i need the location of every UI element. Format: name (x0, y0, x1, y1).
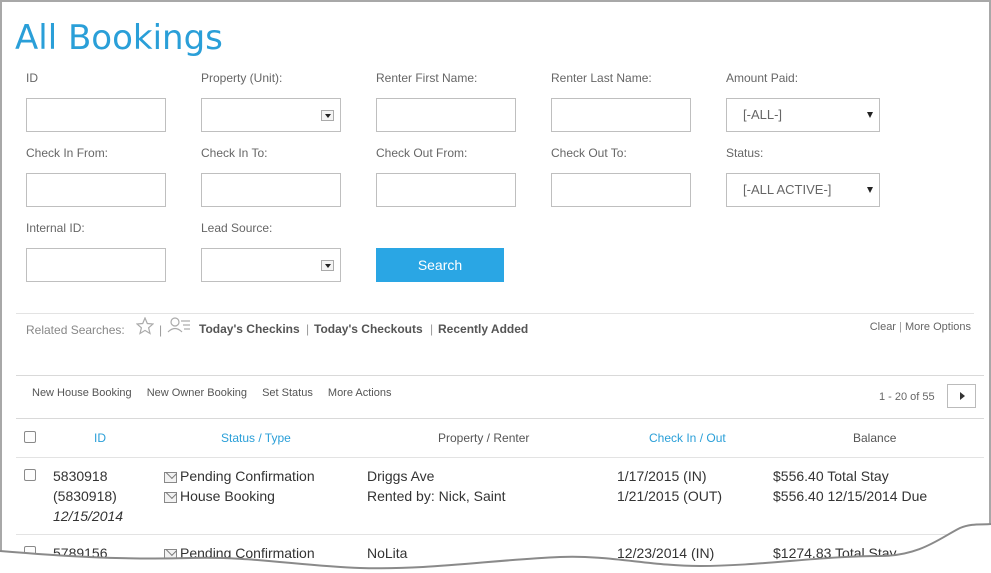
renter-last-name-label: Renter Last Name: (551, 71, 652, 85)
check-out-from-input[interactable] (376, 173, 516, 207)
recently-added-link[interactable]: Recently Added (438, 322, 528, 336)
lead-source-select[interactable] (201, 248, 341, 282)
balance-total: $556.40 Total Stay (773, 468, 889, 484)
star-icon[interactable] (136, 317, 154, 335)
divider (16, 457, 984, 458)
column-header-status-type[interactable]: Status / Type (221, 431, 291, 445)
chevron-down-icon (321, 260, 334, 271)
envelope-icon (164, 472, 177, 483)
divider (16, 375, 984, 376)
booking-type: House Booking (180, 488, 275, 504)
separator: | (899, 321, 902, 333)
column-header-id[interactable]: ID (94, 431, 106, 445)
id-input[interactable] (26, 98, 166, 132)
balance-total: $1274.83 Total Stay (773, 545, 897, 561)
page-title: All Bookings (15, 18, 223, 58)
clear-link[interactable]: Clear (870, 321, 896, 333)
property-select[interactable] (201, 98, 341, 132)
property-name[interactable]: NoLita (367, 545, 407, 561)
new-house-booking-button[interactable]: New House Booking (32, 387, 132, 399)
amount-paid-label: Amount Paid: (726, 71, 799, 85)
check-in-from-input[interactable] (26, 173, 166, 207)
renter-first-name-input[interactable] (376, 98, 516, 132)
renter-name: Rented by: Nick, Saint (367, 488, 506, 504)
envelope-icon (164, 569, 177, 573)
next-page-button[interactable] (947, 384, 976, 408)
envelope-icon (164, 492, 177, 503)
more-options-link[interactable]: More Options (905, 321, 971, 333)
booking-type: House Booking (180, 565, 275, 573)
amount-paid-select[interactable]: [-ALL-] (726, 98, 880, 132)
booking-status: Pending Confirmation (180, 545, 315, 561)
property-name[interactable]: Driggs Ave (367, 468, 434, 484)
envelope-icon (164, 549, 177, 560)
property-label: Property (Unit): (201, 71, 283, 85)
amount-paid-value: [-ALL-] (743, 107, 783, 122)
todays-checkins-link[interactable]: Today's Checkins (199, 322, 300, 336)
row-checkbox[interactable] (24, 469, 36, 481)
check-out-from-label: Check Out From: (376, 146, 468, 160)
row-checkbox[interactable] (24, 546, 36, 558)
check-in-to-label: Check In To: (201, 146, 268, 160)
internal-id-label: Internal ID: (26, 221, 85, 235)
separator: | (159, 323, 163, 337)
internal-id-input[interactable] (26, 248, 166, 282)
check-in-date: 12/23/2014 (IN) (617, 545, 715, 561)
column-header-check-in-out[interactable]: Check In / Out (649, 431, 726, 445)
clear-more-options: Clear | More Options (870, 321, 971, 333)
related-searches-label: Related Searches: (26, 323, 125, 337)
booking-internal-id: (5830918) (53, 488, 117, 504)
set-status-button[interactable]: Set Status (262, 387, 313, 399)
lead-source-label: Lead Source: (201, 221, 273, 235)
id-label: ID (26, 71, 38, 85)
column-header-property-renter: Property / Renter (438, 431, 530, 445)
todays-checkouts-link[interactable]: Today's Checkouts (314, 322, 423, 336)
status-value: [-ALL ACTIVE-] (743, 182, 832, 197)
caret-down-icon (867, 187, 873, 193)
booking-status: Pending Confirmation (180, 468, 315, 484)
check-out-to-label: Check Out To: (551, 146, 627, 160)
divider (16, 534, 984, 535)
actions-bar: New House Booking New Owner Booking Set … (32, 387, 404, 399)
check-in-date: 1/17/2015 (IN) (617, 468, 707, 484)
column-header-balance: Balance (853, 431, 897, 445)
caret-down-icon (867, 112, 873, 118)
check-out-date: 1/1/2015 (617, 565, 672, 573)
divider (16, 418, 984, 419)
renter-last-name-input[interactable] (551, 98, 691, 132)
status-select[interactable]: [-ALL ACTIVE-] (726, 173, 880, 207)
check-out-date: 1/21/2015 (OUT) (617, 488, 723, 504)
status-label: Status: (726, 146, 764, 160)
check-in-from-label: Check In From: (26, 146, 109, 160)
booking-id-link[interactable]: 5789156 (53, 545, 108, 561)
search-button[interactable]: Search (376, 248, 504, 282)
select-all-checkbox[interactable] (24, 431, 36, 443)
bookings-panel: All Bookings ID Property (Unit): Renter … (0, 0, 991, 573)
booking-date: 12/15/2014 (53, 508, 124, 524)
balance-due: $556.40 12/15/2014 Due (773, 488, 928, 504)
divider (16, 313, 974, 314)
check-in-to-input[interactable] (201, 173, 341, 207)
booking-id-link[interactable]: 5830918 (53, 468, 108, 484)
renter-first-name-label: Renter First Name: (376, 71, 478, 85)
separator: | (430, 322, 434, 336)
more-actions-button[interactable]: More Actions (328, 387, 392, 399)
chevron-down-icon (321, 110, 334, 121)
saved-searches-icon[interactable] (167, 317, 191, 333)
pager-text: 1 - 20 of 55 (879, 391, 935, 403)
new-owner-booking-button[interactable]: New Owner Booking (147, 387, 247, 399)
check-out-to-input[interactable] (551, 173, 691, 207)
separator: | (306, 322, 310, 336)
